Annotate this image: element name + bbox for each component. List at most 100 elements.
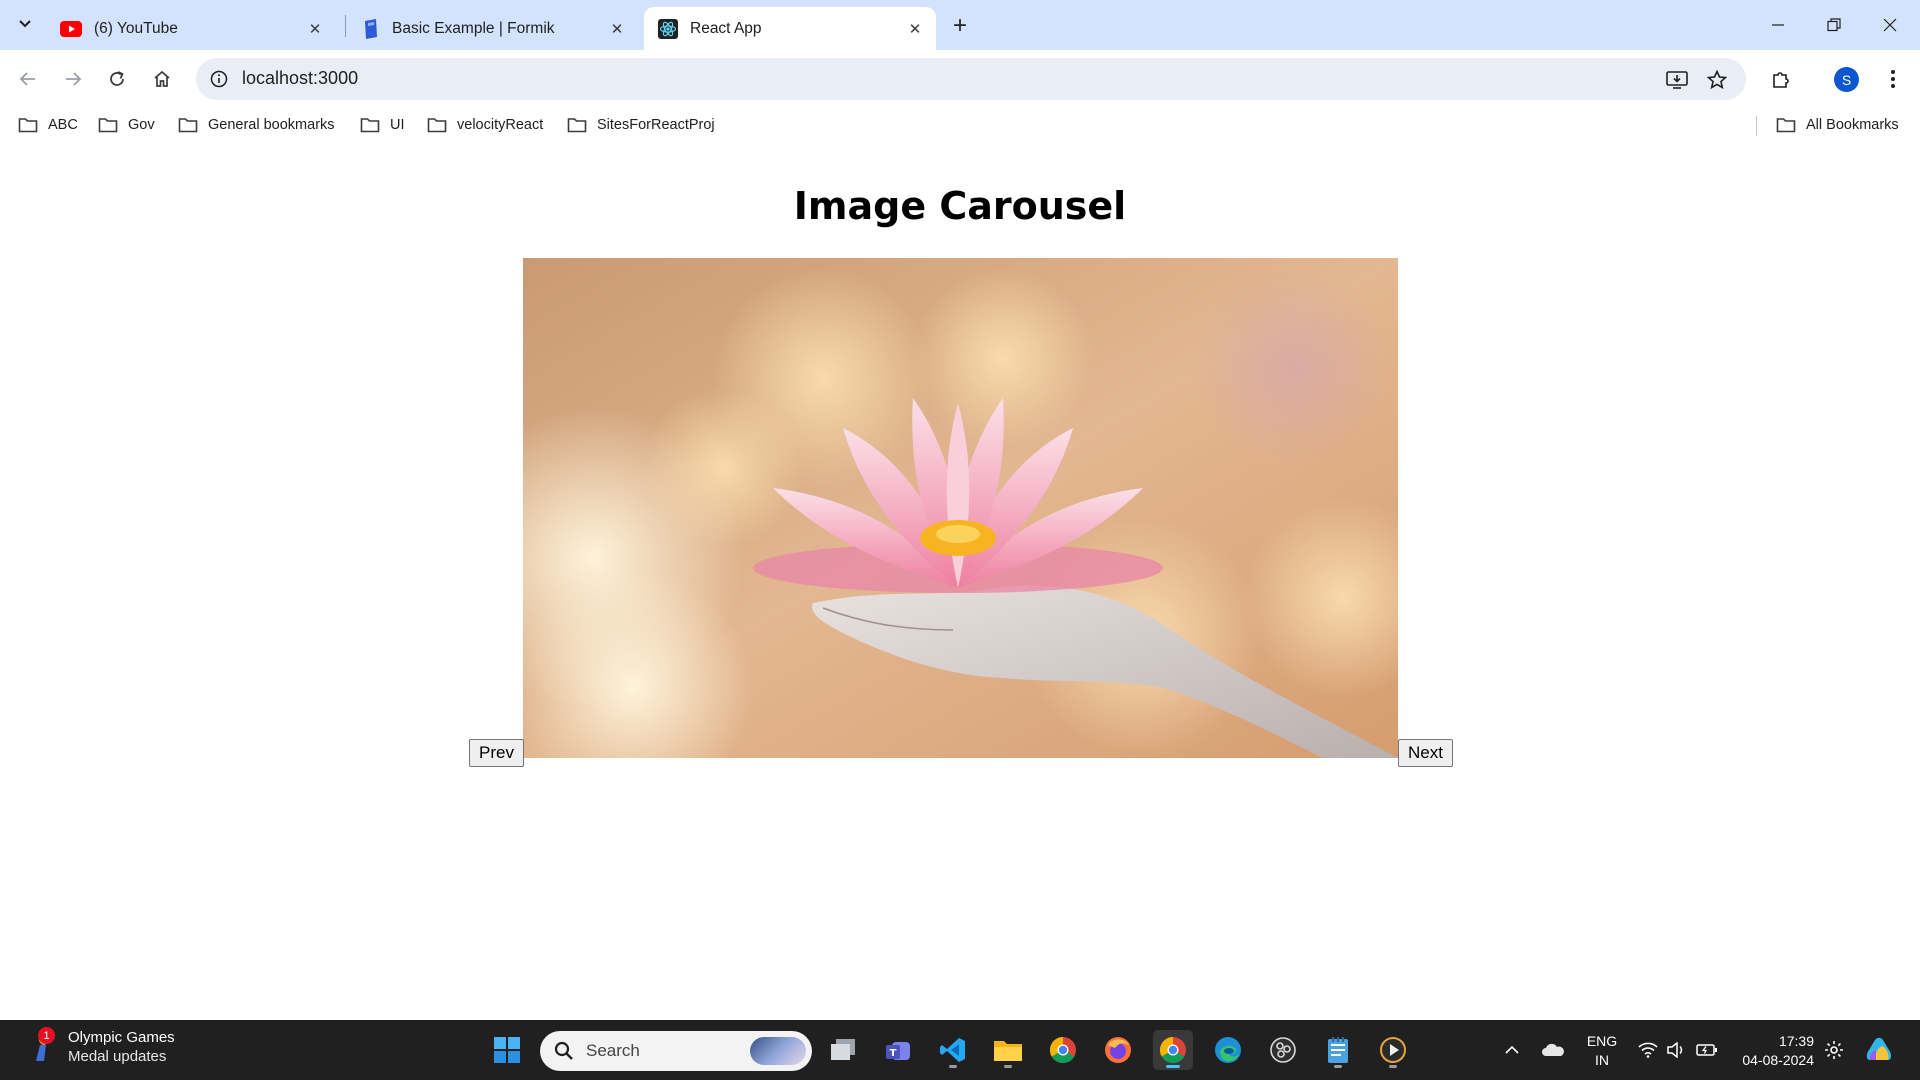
task-view-button[interactable] (823, 1030, 863, 1070)
teams-app[interactable]: T (878, 1030, 918, 1070)
clock[interactable]: 17:39 04-08-2024 (1734, 1032, 1814, 1070)
all-bookmarks[interactable]: All Bookmarks (1776, 112, 1899, 138)
tab-divider (345, 15, 346, 37)
task-view-icon (831, 1039, 855, 1060)
home-button[interactable] (144, 61, 180, 97)
bookmark-folder-velocityreact[interactable]: velocityReact (427, 112, 543, 138)
browser-toolbar: localhost:3000 S (0, 50, 1920, 108)
bookmark-folder-ui[interactable]: UI (360, 112, 405, 138)
chrome-icon (1049, 1036, 1076, 1064)
windows-icon (494, 1037, 520, 1063)
close-icon[interactable]: ✕ (904, 18, 926, 40)
extensions-button[interactable] (1763, 61, 1799, 97)
bookmark-label: velocityReact (457, 117, 544, 133)
restore-button[interactable] (1806, 0, 1862, 50)
taskbar-search[interactable]: Search (540, 1031, 812, 1071)
tab-search-button[interactable] (10, 9, 40, 39)
tab-youtube[interactable]: (6) YouTube ✕ (46, 7, 336, 50)
tab-title: (6) YouTube (94, 19, 178, 37)
running-indicator (1004, 1065, 1012, 1068)
notepad-icon (1328, 1037, 1348, 1063)
close-icon (1883, 18, 1897, 32)
close-icon[interactable]: ✕ (606, 18, 628, 40)
bookmark-label: General bookmarks (208, 117, 335, 133)
bookmarks-divider (1756, 116, 1757, 136)
running-indicator (1334, 1065, 1342, 1068)
minimize-button[interactable] (1750, 0, 1806, 50)
volume-icon[interactable] (1664, 1038, 1688, 1062)
vscode-app[interactable] (933, 1030, 973, 1070)
folder-icon (18, 118, 38, 133)
widget-subtitle: Medal updates (68, 1048, 167, 1065)
bookmark-folder-abc[interactable]: ABC (18, 112, 78, 138)
bookmark-label: Gov (128, 117, 155, 133)
obs-app[interactable] (1263, 1030, 1303, 1070)
file-explorer-app[interactable] (988, 1030, 1028, 1070)
svg-text:T: T (890, 1048, 897, 1059)
restore-icon (1827, 18, 1841, 32)
chevron-up-icon (1505, 1045, 1519, 1054)
notepad-app[interactable] (1318, 1030, 1358, 1070)
next-button[interactable]: Next (1398, 739, 1453, 767)
settings-gear-icon[interactable] (1822, 1038, 1846, 1062)
carousel-image (523, 258, 1398, 758)
chevron-down-icon (19, 20, 31, 28)
close-icon[interactable]: ✕ (304, 18, 326, 40)
obs-icon (1270, 1037, 1296, 1063)
bookmark-label: ABC (48, 117, 78, 133)
reload-button[interactable] (99, 61, 135, 97)
copilot-icon[interactable] (1862, 1037, 1898, 1062)
search-label: Search (586, 1041, 640, 1060)
start-button[interactable] (487, 1030, 527, 1070)
bookmark-folder-general[interactable]: General bookmarks (178, 112, 335, 138)
minimize-icon (1772, 24, 1784, 26)
bookmark-folder-sitesforreactproj[interactable]: SitesForReactProj (567, 112, 715, 138)
edge-app[interactable] (1208, 1030, 1248, 1070)
profile-avatar[interactable]: S (1834, 67, 1859, 92)
search-highlight-image (750, 1037, 806, 1065)
language-code: ENG (1586, 1033, 1618, 1049)
chrome-alt-app[interactable] (1043, 1030, 1083, 1070)
tab-formik[interactable]: Basic Example | Formik ✕ (348, 7, 638, 50)
tab-react-app[interactable]: React App ✕ (644, 7, 936, 50)
firefox-app[interactable] (1098, 1030, 1138, 1070)
folder-icon (994, 1041, 1022, 1061)
window-close-button[interactable] (1862, 0, 1918, 50)
bookmark-label: SitesForReactProj (597, 117, 715, 133)
clock-date: 04-08-2024 (1742, 1052, 1814, 1068)
folder-icon (178, 118, 198, 133)
battery-icon[interactable] (1694, 1038, 1720, 1062)
kebab-menu-icon (1891, 70, 1895, 88)
running-indicator (1389, 1065, 1397, 1068)
folder-icon (98, 118, 118, 133)
arrow-left-icon (19, 72, 35, 86)
lotus-flower-image (523, 258, 1398, 758)
bookmark-folder-gov[interactable]: Gov (98, 112, 155, 138)
back-button[interactable] (10, 61, 46, 97)
onedrive-icon[interactable] (1538, 1038, 1568, 1062)
site-info-icon[interactable] (206, 66, 232, 92)
news-widget[interactable]: 1 Olympic Games Medal updates (26, 1027, 175, 1066)
wifi-icon[interactable] (1636, 1038, 1660, 1062)
firefox-icon (1105, 1037, 1131, 1063)
edge-icon (1215, 1037, 1241, 1063)
show-hidden-icons[interactable] (1500, 1038, 1524, 1062)
taskbar: 1 Olympic Games Medal updates Search T E… (0, 1020, 1920, 1080)
torch-icon: 1 (26, 1027, 58, 1063)
vscode-icon (940, 1038, 965, 1062)
react-icon (658, 18, 678, 39)
folder-icon (1776, 118, 1796, 133)
address-bar[interactable]: localhost:3000 (196, 58, 1746, 100)
bookmark-star-icon[interactable] (1704, 67, 1730, 93)
forward-button[interactable] (55, 61, 91, 97)
home-icon (154, 70, 170, 87)
language-indicator[interactable]: ENG IN (1585, 1032, 1619, 1070)
play-icon (1380, 1037, 1406, 1063)
media-player-app[interactable] (1373, 1030, 1413, 1070)
menu-button[interactable] (1875, 61, 1911, 97)
prev-button[interactable]: Prev (469, 739, 524, 767)
install-app-icon[interactable] (1664, 67, 1690, 93)
chrome-app-active[interactable] (1153, 1030, 1193, 1070)
new-tab-button[interactable]: + (946, 12, 974, 40)
clock-time: 17:39 (1778, 1033, 1814, 1049)
